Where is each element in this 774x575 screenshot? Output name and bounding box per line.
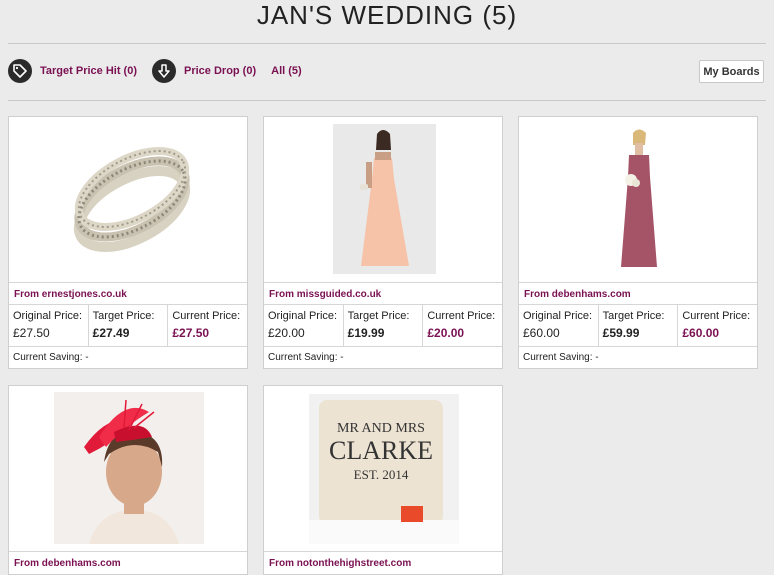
filter-all[interactable]: All (5)	[271, 65, 302, 77]
product-card[interactable]: From debenhams.com	[8, 385, 248, 575]
original-price: Original Price: £20.00	[268, 310, 338, 340]
current-saving: Current Saving: -	[9, 346, 247, 368]
product-image[interactable]	[9, 386, 247, 551]
product-image[interactable]	[9, 117, 247, 282]
product-source-link[interactable]: From debenhams.com	[9, 551, 247, 573]
product-source-link[interactable]: From debenhams.com	[519, 282, 757, 304]
product-source-link[interactable]: From missguided.co.uk	[264, 282, 502, 304]
product-card[interactable]: MR AND MRS CLARKE EST. 2014 From notonth…	[263, 385, 503, 575]
product-card[interactable]: From debenhams.com Original Price: £60.0…	[518, 116, 758, 369]
arrow-down-icon	[152, 59, 176, 83]
pink-dress-image	[621, 129, 657, 267]
current-price: Current Price: £20.00	[422, 305, 502, 346]
price-row: Original Price: £60.00 Target Price: £59…	[519, 304, 757, 346]
original-price: Original Price: £60.00	[523, 310, 593, 340]
cushion-image: MR AND MRS CLARKE EST. 2014	[309, 394, 459, 544]
filter-divider	[8, 100, 766, 101]
product-source-link[interactable]: From ernestjones.co.uk	[9, 282, 247, 304]
tag-icon	[8, 59, 32, 83]
product-source-link[interactable]: From notonthehighstreet.com	[264, 551, 502, 573]
cushion-text: CLARKE	[329, 436, 433, 465]
page-title: JAN'S WEDDING (5)	[256, 0, 518, 30]
target-price: Target Price: £19.99	[342, 305, 423, 346]
current-price: Current Price: £60.00	[677, 305, 757, 346]
cushion-text: MR AND MRS	[337, 421, 425, 436]
price-row: Original Price: £27.50 Target Price: £27…	[9, 304, 247, 346]
original-price: Original Price: £27.50	[13, 310, 83, 340]
current-saving: Current Saving: -	[519, 346, 757, 368]
target-price: Target Price: £27.49	[87, 305, 168, 346]
current-saving: Current Saving: -	[264, 346, 502, 368]
peach-dress-image	[333, 124, 436, 274]
filter-label: Price Drop (0)	[184, 65, 257, 77]
my-boards-button[interactable]: My Boards	[699, 60, 764, 83]
filter-target-price-hit[interactable]: Target Price Hit (0)	[8, 59, 137, 83]
fascinator-image	[54, 392, 204, 544]
product-image[interactable]	[264, 117, 502, 282]
target-price: Target Price: £59.99	[597, 305, 678, 346]
product-image[interactable]	[519, 117, 757, 282]
product-image[interactable]: MR AND MRS CLARKE EST. 2014	[264, 386, 502, 551]
current-price: Current Price: £27.50	[167, 305, 247, 346]
header-divider	[8, 43, 766, 44]
cushion-text: EST. 2014	[353, 467, 409, 482]
product-card[interactable]: From ernestjones.co.uk Original Price: £…	[8, 116, 248, 369]
price-row: Original Price: £20.00 Target Price: £19…	[264, 304, 502, 346]
bracelet-image	[73, 147, 191, 252]
filter-price-drop[interactable]: Price Drop (0)	[152, 59, 256, 83]
filter-label: All (5)	[271, 65, 302, 77]
product-card[interactable]: From missguided.co.uk Original Price: £2…	[263, 116, 503, 369]
filter-label: Target Price Hit (0)	[40, 65, 137, 77]
filter-bar: Target Price Hit (0) Price Drop (0) All …	[8, 59, 302, 83]
